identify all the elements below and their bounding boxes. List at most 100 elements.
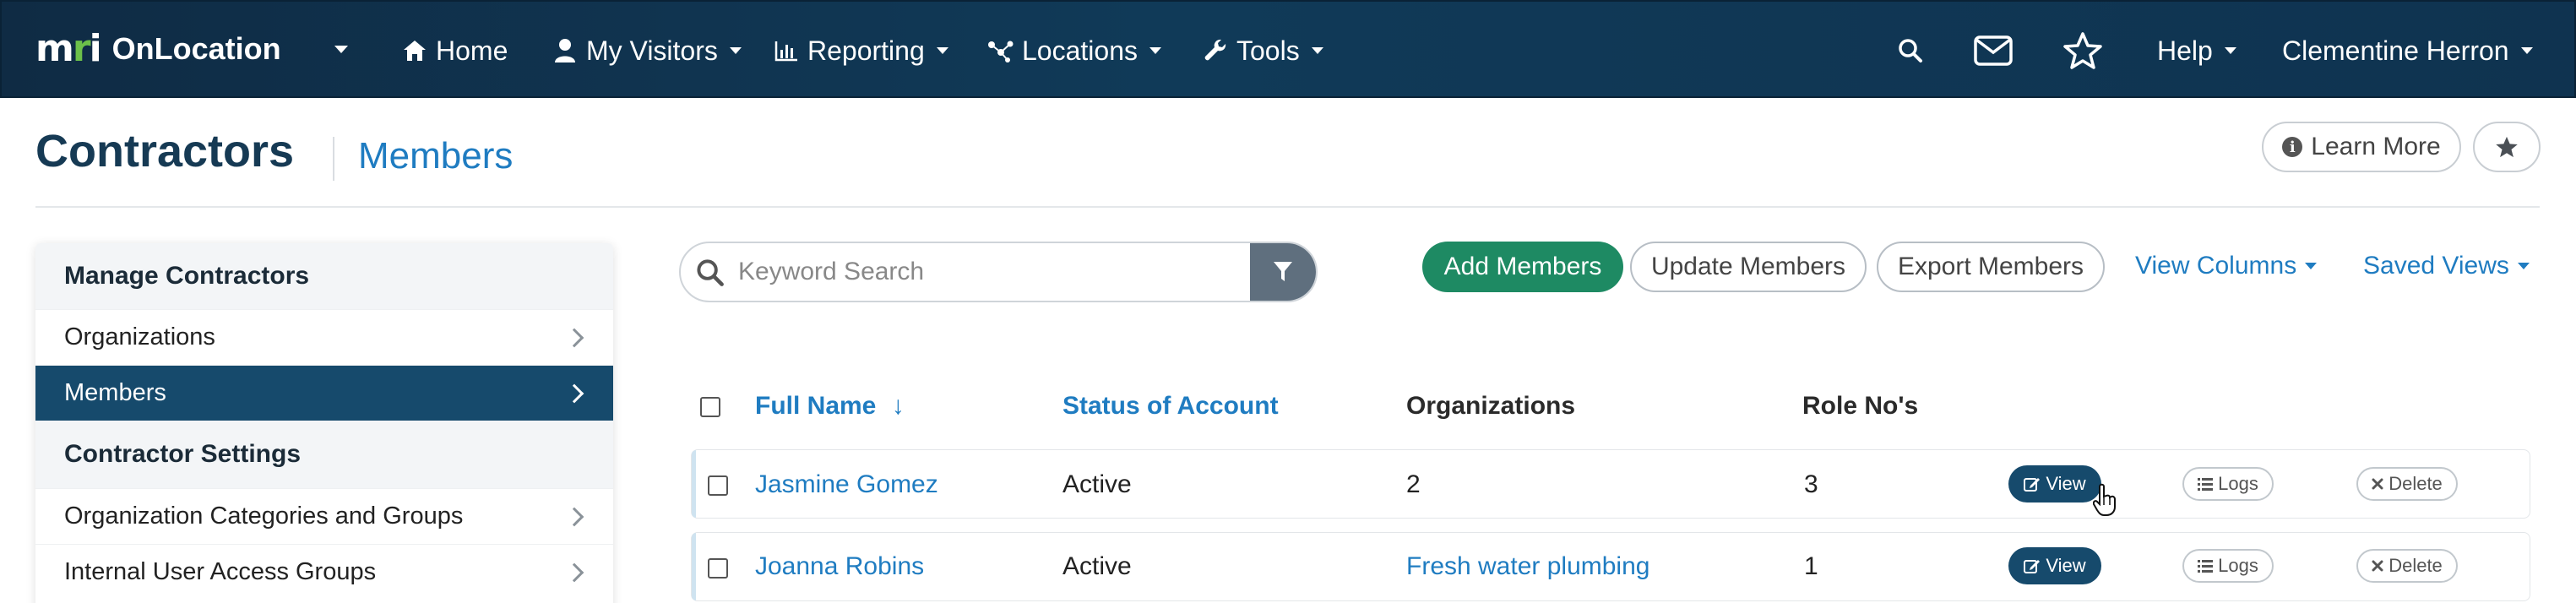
edit-icon [2024, 557, 2041, 574]
organizations-count: 2 [1406, 470, 1421, 498]
sidebar-item-label: Internal User Access Groups [64, 558, 377, 585]
filter-button[interactable] [1250, 243, 1316, 301]
bar-chart-icon [772, 36, 801, 65]
column-header-label: Full Name [755, 392, 877, 420]
view-columns-dropdown[interactable]: View Columns [2135, 252, 2318, 280]
nav-help[interactable]: Help [2157, 2, 2236, 100]
nav-help-label: Help [2157, 35, 2213, 66]
chevron-right-icon [564, 383, 584, 403]
chevron-down-icon [2520, 47, 2533, 54]
user-name: Clementine Herron [2282, 35, 2509, 66]
view-label: View [2046, 473, 2086, 494]
delete-label: Delete [2389, 473, 2443, 494]
sidebar-item-organization-categories[interactable]: Organization Categories and Groups [35, 488, 613, 544]
sidebar-item-label: Organizations [64, 323, 215, 350]
row-accent [692, 533, 696, 600]
star-outline-icon[interactable] [2062, 30, 2103, 71]
row-checkbox[interactable] [708, 475, 728, 496]
update-members-button[interactable]: Update Members [1630, 242, 1867, 292]
sidebar-heading-manage-contractors: Manage Contractors [35, 243, 613, 309]
column-header-status[interactable]: Status of Account [1062, 392, 1279, 421]
search-box [679, 242, 1318, 302]
saved-views-dropdown[interactable]: Saved Views [2363, 252, 2530, 280]
mail-icon[interactable] [1973, 30, 2014, 71]
chevron-down-icon [2517, 263, 2530, 269]
account-status: Active [1062, 552, 1132, 580]
export-members-button[interactable]: Export Members [1877, 242, 2105, 292]
nav-tools[interactable]: Tools [1201, 2, 1323, 100]
account-status: Active [1062, 470, 1132, 498]
view-button[interactable]: View [2008, 547, 2101, 584]
list-icon [2198, 477, 2214, 491]
learn-more-label: Learn More [2311, 133, 2441, 160]
list-icon [2198, 559, 2214, 573]
chevron-right-icon [564, 562, 584, 582]
edit-icon [2024, 475, 2041, 492]
sidebar-item-internal-user-access-groups[interactable]: Internal User Access Groups [35, 544, 613, 600]
chevron-down-icon [1311, 47, 1323, 54]
user-icon [551, 36, 579, 65]
user-menu[interactable]: Clementine Herron [2282, 2, 2533, 100]
nav-reporting[interactable]: Reporting [772, 2, 948, 100]
nav-home[interactable]: Home [400, 2, 508, 100]
favorite-button[interactable] [2473, 122, 2541, 172]
header-divider [35, 206, 2540, 208]
chevron-down-icon [1149, 47, 1161, 54]
info-icon: i [2282, 137, 2303, 157]
column-header-full-name[interactable]: Full Name ↓ [755, 392, 905, 421]
sort-descending-icon: ↓ [891, 392, 905, 420]
sidebar-item-label: Members [64, 379, 166, 406]
delete-label: Delete [2389, 555, 2443, 576]
learn-more-button[interactable]: i Learn More [2262, 122, 2461, 172]
search-icon [696, 258, 725, 287]
view-label: View [2046, 555, 2086, 576]
select-all-checkbox[interactable] [700, 397, 720, 417]
delete-button[interactable]: Delete [2356, 549, 2458, 583]
app-switcher-caret-icon[interactable] [334, 46, 348, 53]
column-header-organizations: Organizations [1406, 392, 1576, 420]
member-name-link[interactable]: Jasmine Gomez [755, 470, 938, 499]
sidebar-item-organizations[interactable]: Organizations [35, 309, 613, 365]
filter-icon [1274, 262, 1292, 281]
nav-home-label: Home [436, 35, 508, 66]
view-button[interactable]: View [2008, 465, 2101, 502]
nav-my-visitors[interactable]: My Visitors [551, 2, 742, 100]
saved-views-label: Saved Views [2363, 252, 2509, 280]
title-divider [333, 137, 334, 181]
page-title: Contractors [35, 126, 295, 177]
role-count: 1 [1804, 552, 1818, 580]
chevron-right-icon [564, 507, 584, 526]
delete-button[interactable]: Delete [2356, 467, 2458, 501]
nav-tools-label: Tools [1236, 35, 1300, 66]
sidebar-item-members[interactable]: Members [35, 365, 613, 421]
nav-my-visitors-label: My Visitors [586, 35, 718, 66]
home-icon [400, 36, 429, 65]
sidebar-item-label: Organization Categories and Groups [64, 502, 464, 530]
hand-cursor-icon [2092, 483, 2118, 517]
mri-logo: mri [35, 27, 102, 70]
logs-button[interactable]: Logs [2182, 467, 2274, 501]
chevron-down-icon [2224, 47, 2236, 54]
row-checkbox[interactable] [708, 558, 728, 579]
chevron-down-icon [729, 47, 742, 54]
add-members-button[interactable]: Add Members [1422, 242, 1623, 292]
network-icon [986, 36, 1015, 65]
organization-link[interactable]: Fresh water plumbing [1406, 552, 1649, 581]
close-icon [2372, 560, 2383, 572]
column-header-role-nos: Role No's [1802, 392, 1919, 420]
brand-logo[interactable]: mri OnLocation [35, 27, 281, 70]
member-name-link[interactable]: Joanna Robins [755, 552, 924, 581]
search-icon[interactable] [1890, 30, 1931, 71]
app-name: OnLocation [111, 30, 281, 66]
sidebar: Manage Contractors Organizations Members… [35, 243, 613, 603]
chevron-down-icon [2305, 263, 2318, 269]
logs-button[interactable]: Logs [2182, 549, 2274, 583]
nav-locations-label: Locations [1022, 35, 1138, 66]
view-columns-label: View Columns [2135, 252, 2297, 280]
nav-locations[interactable]: Locations [986, 2, 1161, 100]
keyword-search-input[interactable] [738, 243, 1211, 301]
chevron-down-icon [936, 47, 948, 54]
logs-label: Logs [2218, 555, 2258, 576]
nav-reporting-label: Reporting [807, 35, 925, 66]
logs-label: Logs [2218, 473, 2258, 494]
